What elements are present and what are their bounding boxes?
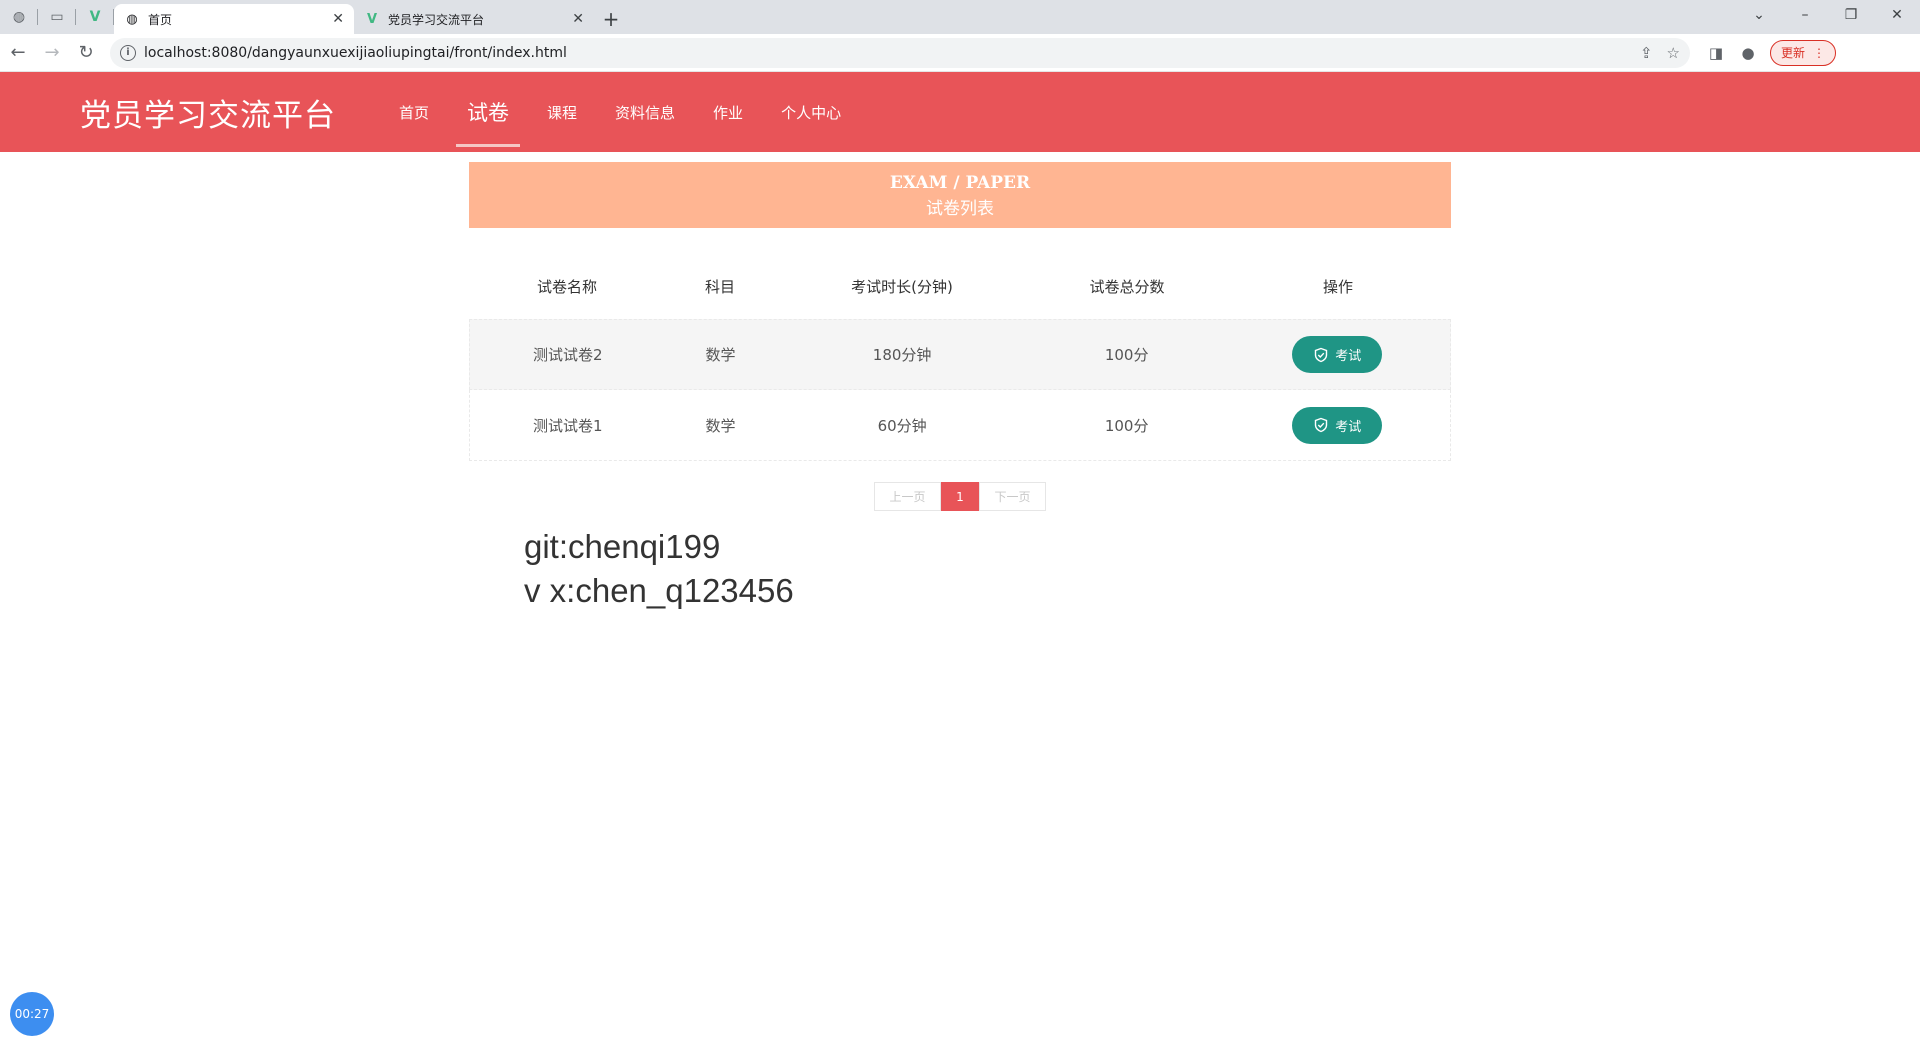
share-icon[interactable]: ⇪: [1640, 44, 1653, 62]
cell-action: 考试: [1224, 406, 1450, 444]
tab-platform[interactable]: V 党员学习交流平台 ✕: [354, 4, 594, 34]
browser-toolbar: ← → ↻ i localhost:8080/dangyaunxuexijiao…: [0, 34, 1920, 72]
page-icon: ▭: [50, 9, 64, 25]
star-icon[interactable]: ☆: [1667, 44, 1680, 62]
table-row: 测试试卷1 数学 60分钟 100分 考试: [469, 390, 1451, 461]
sidepanel-icon[interactable]: ◨: [1700, 44, 1732, 62]
header-name: 试卷名称: [536, 277, 597, 296]
table-header: 试卷名称 科目 考试时长(分钟) 试卷总分数 操作: [469, 253, 1451, 319]
nav-homework[interactable]: 作业: [713, 72, 743, 152]
tab-title: 党员学习交流平台: [388, 12, 485, 27]
shield-check-icon: [1315, 417, 1328, 433]
pinned-tab-blank[interactable]: ▭: [38, 0, 76, 34]
exam-table: 试卷名称 科目 考试时长(分钟) 试卷总分数 操作 测试试卷2 数学 180分钟…: [469, 253, 1451, 461]
cell-subject: 数学: [705, 346, 736, 364]
cell-name: 测试试卷1: [533, 416, 603, 435]
info-icon[interactable]: i: [120, 44, 136, 61]
tab-title: 首页: [148, 12, 173, 27]
nav-materials[interactable]: 资料信息: [615, 72, 675, 152]
vue-icon: V: [89, 9, 101, 25]
vue-icon: V: [366, 11, 378, 27]
globe-icon: ◍: [126, 11, 138, 27]
header-action: 操作: [1322, 277, 1353, 296]
reload-icon[interactable]: ↻: [70, 37, 102, 69]
cell-duration: 180分钟: [872, 346, 932, 364]
restore-icon[interactable]: ❐: [1828, 0, 1874, 30]
pinned-tab-vue[interactable]: V: [76, 0, 114, 34]
prev-page-button[interactable]: 上一页: [874, 482, 941, 511]
banner-title-cn: 试卷列表: [926, 199, 994, 219]
back-icon[interactable]: ←: [2, 37, 34, 69]
shield-check-icon: [1315, 347, 1328, 362]
new-tab-button[interactable]: +: [594, 4, 628, 34]
cell-name: 测试试卷2: [533, 346, 603, 364]
table-row: 测试试卷2 数学 180分钟 100分 考试: [469, 319, 1451, 390]
take-exam-button[interactable]: 考试: [1292, 336, 1383, 373]
tab-home[interactable]: ◍ 首页 ✕: [114, 4, 354, 34]
nav-course[interactable]: 课程: [547, 72, 577, 152]
main-nav: 首页 试卷 课程 资料信息 作业 个人中心: [380, 72, 860, 152]
take-exam-label: 考试: [1335, 349, 1362, 364]
site-brand: 党员学习交流平台: [80, 98, 336, 134]
nav-exam[interactable]: 试卷: [456, 72, 521, 152]
cell-duration: 60分钟: [877, 416, 927, 435]
section-banner: EXAM / PAPER 试卷列表: [469, 162, 1451, 228]
site-header: 党员学习交流平台 首页 试卷 课程 资料信息 作业 个人中心: [0, 72, 1920, 152]
tab-search-icon[interactable]: ⌄: [1736, 0, 1782, 30]
address-bar[interactable]: i localhost:8080/dangyaunxuexijiaoliupin…: [110, 37, 1690, 68]
header-score: 试卷总分数: [1089, 277, 1165, 296]
take-exam-button[interactable]: 考试: [1292, 406, 1383, 444]
update-label: 更新: [1781, 46, 1806, 60]
overlay-note-git: git:chenqi199: [524, 528, 721, 565]
update-button[interactable]: 更新 ⋮: [1770, 39, 1837, 66]
banner-title-en: EXAM / PAPER: [889, 173, 1031, 193]
pinned-tab-globe[interactable]: ◍: [0, 0, 38, 34]
next-page-button[interactable]: 下一页: [979, 482, 1046, 511]
window-controls: ⌄ – ❐ ✕: [1736, 0, 1920, 34]
cell-action: 考试: [1224, 336, 1450, 373]
url-text[interactable]: localhost:8080/dangyaunxuexijiaoliupingt…: [144, 45, 1626, 61]
page-number-button[interactable]: 1: [941, 482, 979, 511]
close-icon[interactable]: ✕: [572, 11, 584, 27]
close-icon[interactable]: ✕: [332, 11, 344, 27]
nav-profile[interactable]: 个人中心: [781, 72, 841, 152]
cell-subject: 数学: [705, 416, 736, 435]
header-subject: 科目: [704, 277, 735, 296]
minimize-icon[interactable]: –: [1782, 0, 1828, 30]
profile-icon[interactable]: ●: [1732, 44, 1764, 62]
browser-tab-bar: ◍ ▭ V ◍ 首页 ✕ V 党员学习交流平台 ✕ + ⌄ – ❐ ✕: [0, 0, 1920, 34]
globe-icon: ◍: [12, 9, 26, 25]
overlay-note-contact: v x:chen_q123456: [524, 572, 794, 609]
cell-score: 100分: [1104, 346, 1149, 364]
pagination: 上一页 1 下一页: [874, 482, 1046, 511]
close-window-icon[interactable]: ✕: [1874, 0, 1920, 30]
nav-home[interactable]: 首页: [399, 72, 429, 152]
take-exam-label: 考试: [1335, 419, 1362, 435]
recording-timer[interactable]: 00:27: [10, 992, 54, 1036]
more-icon: ⋮: [1813, 45, 1826, 60]
cell-score: 100分: [1104, 416, 1149, 435]
forward-icon[interactable]: →: [36, 37, 68, 69]
header-duration: 考试时长(分钟): [851, 277, 953, 296]
